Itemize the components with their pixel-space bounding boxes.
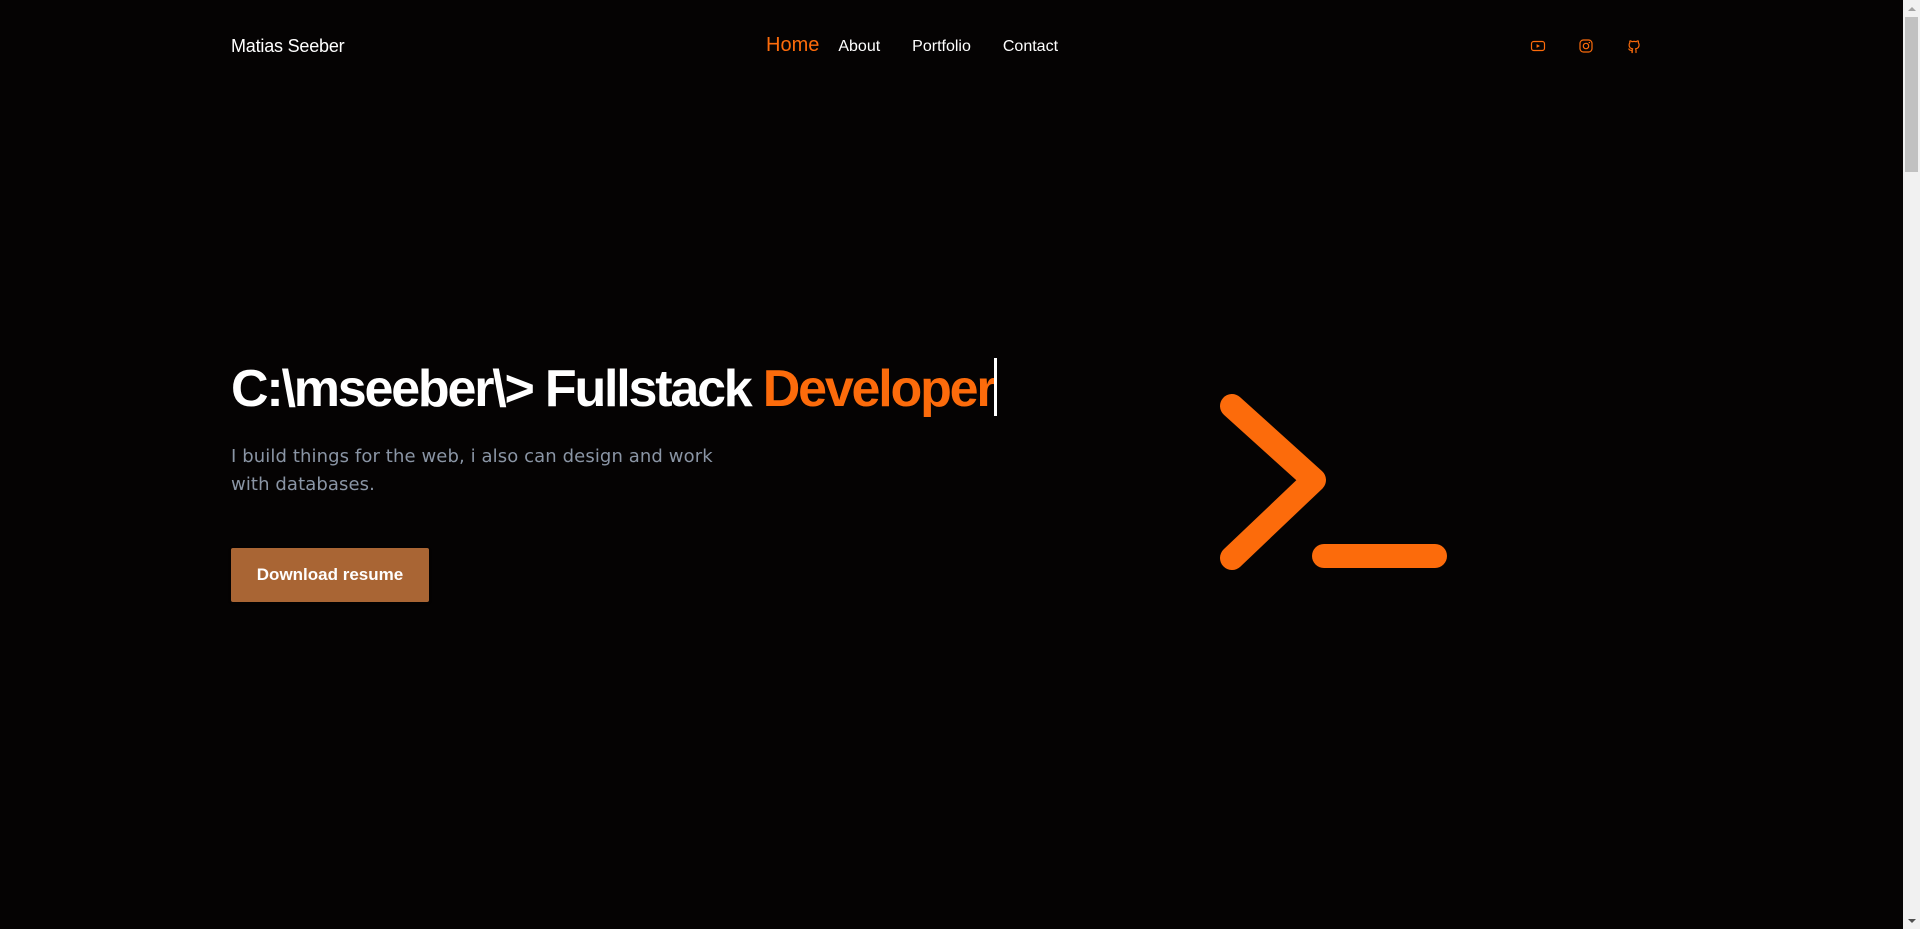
scrollbar-thumb[interactable] <box>1905 17 1918 172</box>
terminal-prompt-icon <box>1220 394 1447 570</box>
hero-subtitle: I build things for the web, i also can d… <box>231 446 713 495</box>
headline-accent: Developer <box>762 360 997 418</box>
github-icon[interactable] <box>1626 38 1642 54</box>
nav-item-portfolio[interactable]: Portfolio <box>912 38 971 56</box>
nav-item-contact[interactable]: Contact <box>1003 38 1058 56</box>
instagram-icon[interactable] <box>1578 38 1594 54</box>
scroll-down-arrow-icon[interactable] <box>1903 912 1920 929</box>
brand-logo-link[interactable]: Matias Seeber <box>231 36 345 57</box>
scroll-up-arrow-icon[interactable] <box>1903 0 1920 17</box>
headline-prefix: C:\mseeber\> Fullstack <box>231 360 763 418</box>
vertical-scrollbar[interactable] <box>1903 0 1920 929</box>
page: Matias Seeber Home About Portfolio Conta… <box>0 0 1920 929</box>
download-resume-button[interactable]: Download resume <box>231 548 429 602</box>
youtube-icon[interactable] <box>1530 38 1546 54</box>
typing-caret <box>994 358 998 416</box>
social-links <box>1530 38 1642 54</box>
main-nav: Home About Portfolio Contact <box>766 34 1058 58</box>
hero-headline: C:\mseeber\> Fullstack Developer <box>231 358 998 420</box>
nav-item-home[interactable]: Home <box>766 34 819 57</box>
nav-item-about[interactable]: About <box>838 38 880 56</box>
